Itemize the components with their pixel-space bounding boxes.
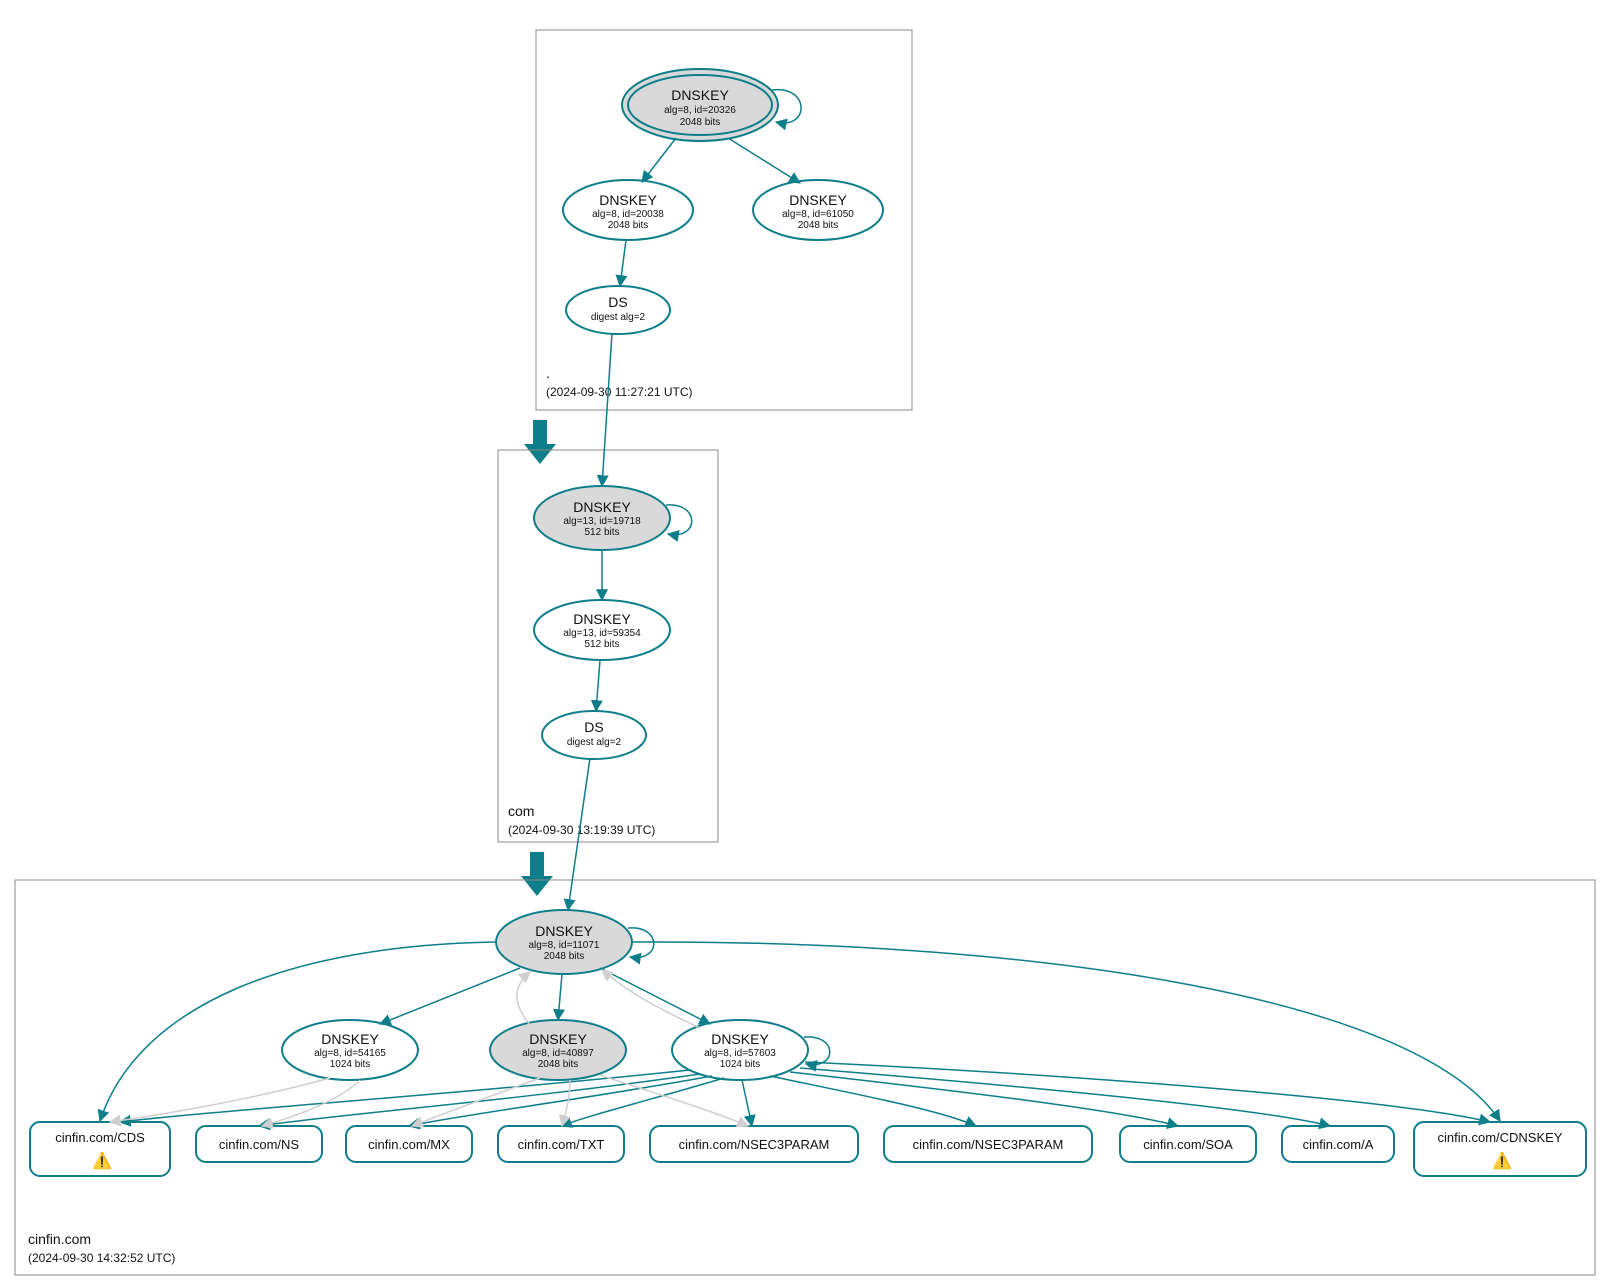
label: cinfin.com/NSEC3PARAM [679,1137,830,1152]
label: 2048 bits [538,1059,579,1070]
label: digest alg=2 [591,312,646,323]
label: DNSKEY [573,611,631,627]
rr-txt[interactable]: cinfin.com/TXT [498,1126,624,1162]
node-leaf-k3[interactable]: DNSKEY alg=8, id=40897 2048 bits [490,1020,626,1080]
label: cinfin.com/MX [368,1137,450,1152]
label: alg=13, id=59354 [563,628,641,639]
zone-box-leaf [15,880,1595,1275]
label: alg=13, id=19718 [563,516,641,527]
label: cinfin.com/TXT [518,1137,605,1152]
label: 2048 bits [608,220,649,231]
zone-time-root: (2024-09-30 11:27:21 UTC) [546,385,693,399]
label: DS [584,719,603,735]
warning-icon: ⚠️ [1492,1151,1512,1170]
rr-cds[interactable]: cinfin.com/CDS ⚠️ [30,1122,170,1176]
edge [558,974,562,1020]
zone-name-leaf: cinfin.com [28,1231,91,1247]
label: DNSKEY [573,499,631,515]
rr-cdnskey[interactable]: cinfin.com/CDNSKEY ⚠️ [1414,1122,1586,1176]
node-leaf-ksk[interactable]: DNSKEY alg=8, id=11071 2048 bits [496,910,632,974]
zone-time-leaf: (2024-09-30 14:32:52 UTC) [28,1251,175,1265]
zone-time-com: (2024-09-30 13:19:39 UTC) [508,823,655,837]
rr-nsec3a[interactable]: cinfin.com/NSEC3PARAM [650,1126,858,1162]
label: DNSKEY [321,1031,379,1047]
zone-name-root: . [546,365,550,381]
label: alg=8, id=20326 [664,105,736,116]
label: 2048 bits [798,220,839,231]
label: cinfin.com/NS [219,1137,300,1152]
rr-mx[interactable]: cinfin.com/MX [346,1126,472,1162]
label: 2048 bits [544,951,585,962]
edge [642,138,676,182]
edge [742,1080,752,1126]
label: 1024 bits [330,1059,371,1070]
label: alg=8, id=57603 [704,1048,776,1059]
edge-light [412,1078,540,1126]
edge-light [562,1080,570,1126]
edge [596,660,600,711]
label: 2048 bits [680,117,721,128]
node-root-ksk[interactable]: DNSKEY alg=8, id=20326 2048 bits [622,69,778,141]
edge [561,1078,724,1126]
dnssec-graph: . (2024-09-30 11:27:21 UTC) DNSKEY alg=8… [0,0,1608,1288]
rr-ns[interactable]: cinfin.com/NS [196,1126,322,1162]
edge [380,968,520,1024]
node-com-ds[interactable]: DS digest alg=2 [542,711,646,759]
edge [409,1076,712,1126]
label: cinfin.com/SOA [1143,1137,1233,1152]
zone-arrow [524,420,556,464]
label: alg=8, id=61050 [782,209,854,220]
warning-icon: ⚠️ [92,1151,112,1170]
label: 512 bits [584,639,619,650]
label: digest alg=2 [567,737,622,748]
rr-a[interactable]: cinfin.com/A [1282,1126,1394,1162]
edge [728,138,800,183]
label: DNSKEY [789,192,847,208]
label: 512 bits [584,527,619,538]
edge-light [517,972,530,1025]
label: cinfin.com/CDNSKEY [1438,1130,1563,1145]
label: DNSKEY [599,192,657,208]
zone-name-com: com [508,803,534,819]
edge [790,1072,1178,1126]
label: 1024 bits [720,1059,761,1070]
node-com-ksk[interactable]: DNSKEY alg=13, id=19718 512 bits [534,486,670,550]
label: DNSKEY [711,1031,769,1047]
rr-nsec3b[interactable]: cinfin.com/NSEC3PARAM [884,1126,1092,1162]
label: DNSKEY [535,923,593,939]
edge [805,1062,1490,1122]
node-com-zsk[interactable]: DNSKEY alg=13, id=59354 512 bits [534,600,670,660]
node-root-zsk1[interactable]: DNSKEY alg=8, id=20038 2048 bits [563,180,693,240]
label: DNSKEY [529,1031,587,1047]
label: alg=8, id=11071 [529,940,600,951]
label: alg=8, id=54165 [314,1048,386,1059]
edge [770,1076,976,1126]
label: DNSKEY [671,87,729,103]
edge [120,1070,690,1122]
edge [600,968,710,1024]
label: cinfin.com/CDS [55,1130,145,1145]
edge-light [602,970,700,1028]
edge [620,240,626,286]
rr-soa[interactable]: cinfin.com/SOA [1120,1126,1256,1162]
label: cinfin.com/NSEC3PARAM [913,1137,1064,1152]
node-leaf-k2[interactable]: DNSKEY alg=8, id=54165 1024 bits [282,1020,418,1080]
label: alg=8, id=40897 [522,1048,594,1059]
node-root-ds[interactable]: DS digest alg=2 [566,286,670,334]
label: alg=8, id=20038 [592,209,664,220]
node-leaf-k4[interactable]: DNSKEY alg=8, id=57603 1024 bits [672,1020,808,1080]
label: DS [608,294,627,310]
node-root-zsk2[interactable]: DNSKEY alg=8, id=61050 2048 bits [753,180,883,240]
zone-arrow [521,852,553,896]
label: cinfin.com/A [1303,1137,1374,1152]
